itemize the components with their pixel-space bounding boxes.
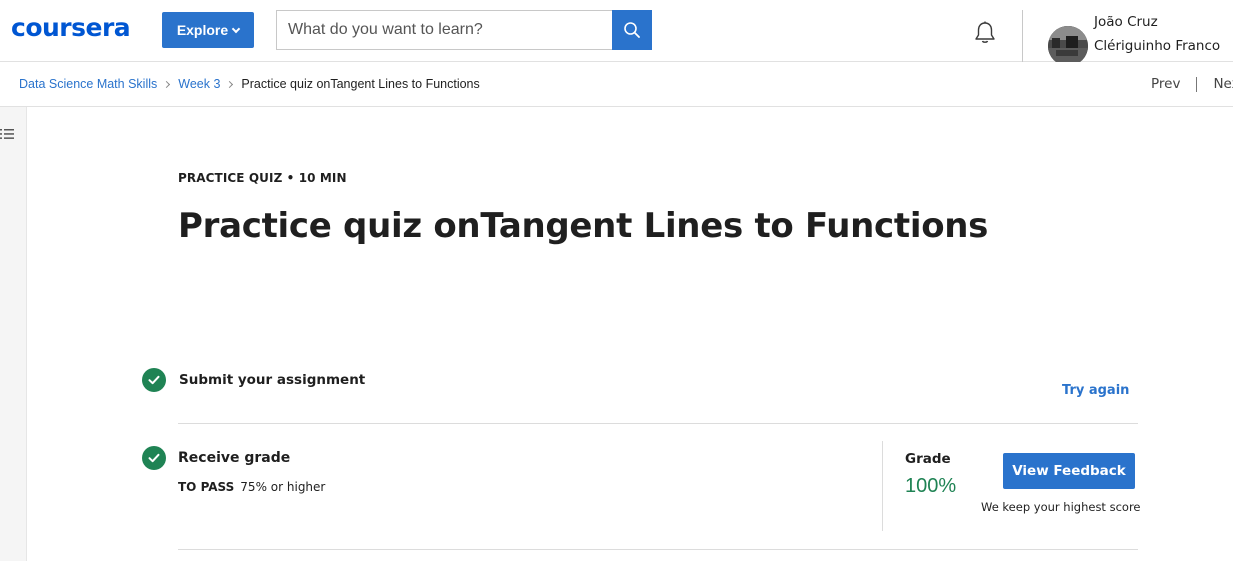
search-button[interactable] [612,10,652,50]
next-link[interactable]: Nex [1213,76,1233,92]
breadcrumb-course[interactable]: Data Science Math Skills [19,77,157,91]
to-pass-label: TO PASS [178,480,235,494]
coursera-logo[interactable]: coursera [11,13,131,43]
search-icon [624,22,640,38]
page-title: Practice quiz onTangent Lines to Functio… [178,206,989,246]
nav-divider [1196,76,1198,92]
divider [178,549,1138,550]
explore-label: Explore [176,22,229,38]
try-again-link[interactable]: Try again [1062,383,1129,398]
chevron-down-icon [231,24,241,33]
chevron-right-icon [226,80,234,88]
bell-icon[interactable] [972,20,998,46]
divider [178,423,1138,424]
check-circle-icon [142,446,166,470]
prev-next-nav: Prev Nex [1151,76,1233,92]
grade-divider [882,441,883,531]
submit-assignment-label: Submit your assignment [179,372,366,388]
list-menu-icon[interactable] [0,127,14,141]
checkmark-icon [148,453,160,463]
highest-score-note: We keep your highest score [981,500,1141,514]
to-pass-requirement: TO PASS 75% or higher [178,480,325,494]
to-pass-value: 75% or higher [240,480,326,494]
breadcrumb: Data Science Math Skills Week 3 Practice… [19,77,480,91]
prev-link[interactable]: Prev [1151,76,1180,92]
view-feedback-button[interactable]: View Feedback [1003,453,1135,489]
item-type-label: PRACTICE QUIZ • 10 MIN [178,171,347,185]
avatar-image [1048,26,1088,66]
breadcrumb-bar: Data Science Math Skills Week 3 Practice… [0,62,1233,107]
breadcrumb-current: Practice quiz onTangent Lines to Functio… [241,77,480,91]
check-circle-icon [142,368,166,392]
breadcrumb-week[interactable]: Week 3 [178,77,220,91]
checkmark-icon [148,375,160,385]
side-strip [0,107,27,561]
avatar[interactable] [1048,26,1088,66]
search-field [276,10,613,50]
explore-button[interactable]: Explore [162,12,254,48]
search-input[interactable] [277,11,613,49]
grade-label: Grade [905,451,951,467]
receive-grade-label: Receive grade [178,450,291,466]
top-header: coursera Explore João Cruz Clériguinho F… [0,0,1233,81]
chevron-right-icon [163,80,171,88]
grade-value: 100% [905,475,957,497]
